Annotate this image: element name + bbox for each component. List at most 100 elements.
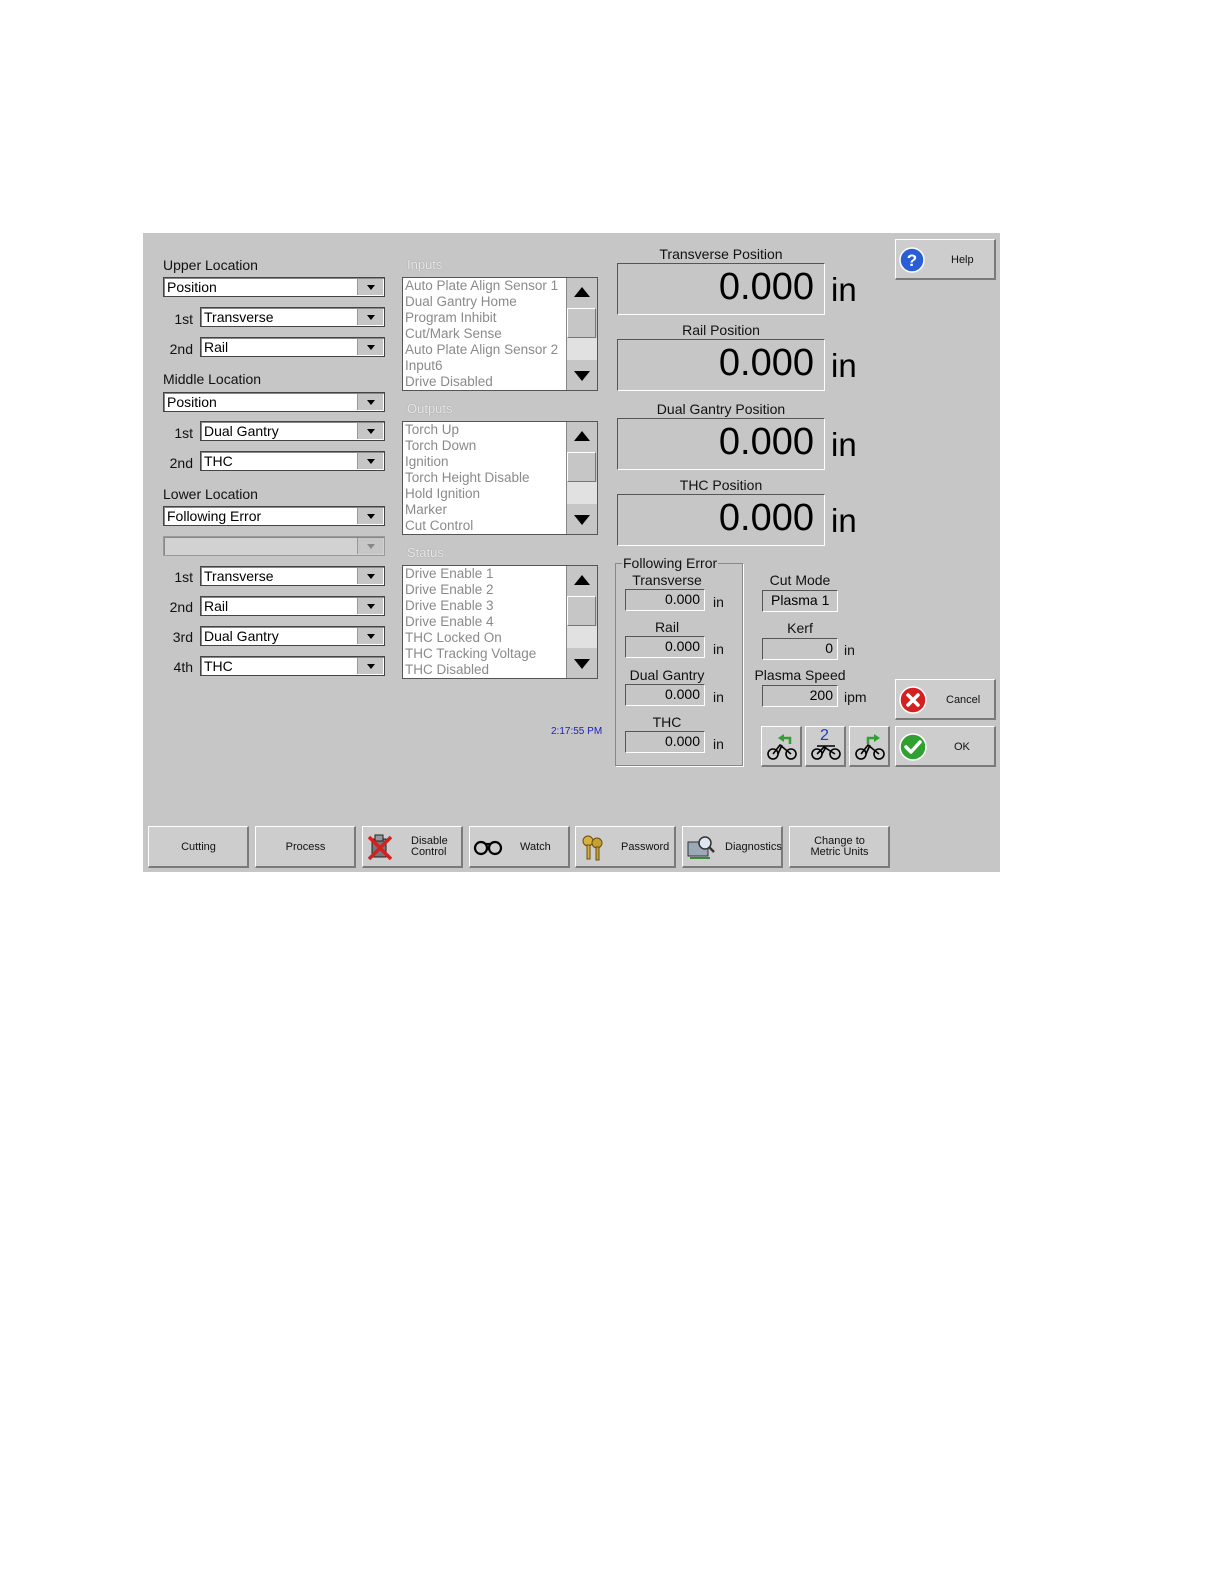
inputs-list[interactable]: Auto Plate Align Sensor 1 Dual Gantry Ho…: [402, 277, 598, 391]
scroll-track[interactable]: [567, 482, 597, 504]
list-item[interactable]: Auto Plate Align Sensor 2: [405, 342, 558, 358]
scroll-down-icon[interactable]: [567, 650, 597, 678]
chevron-down-icon[interactable]: [357, 598, 383, 614]
scroll-thumb[interactable]: [567, 308, 596, 338]
ok-button[interactable]: OK: [895, 726, 996, 767]
transverse-position-readout: 0.000: [617, 263, 825, 315]
chevron-down-icon[interactable]: [357, 453, 383, 469]
cancel-button[interactable]: Cancel: [895, 679, 996, 720]
diagnostics-button[interactable]: Diagnostics: [682, 826, 783, 868]
lower-sub-select-disabled: [163, 536, 385, 556]
clock-time: 2:17:55 PM: [551, 726, 603, 737]
list-item[interactable]: Drive Enable 4: [405, 614, 494, 630]
rail-position-value: 0.000: [718, 342, 814, 384]
chevron-down-icon[interactable]: [357, 339, 383, 355]
upper-2nd-select[interactable]: Rail: [200, 337, 385, 357]
scroll-thumb[interactable]: [567, 452, 596, 482]
upper-1st-select[interactable]: Transverse: [200, 307, 385, 327]
dual-gantry-position-label: Dual Gantry Position: [656, 401, 786, 417]
fe-thc-value: 0.000: [664, 733, 700, 749]
cut-mode-2-button[interactable]: 2: [805, 726, 846, 767]
list-item[interactable]: Program Inhibit: [405, 310, 497, 326]
cut-mode-label: Cut Mode: [769, 572, 831, 588]
middle-1st-value: Dual Gantry: [204, 423, 279, 439]
lower-4th-select[interactable]: THC: [200, 656, 385, 676]
upper-2nd-label: 2nd: [169, 341, 193, 357]
rail-position-label: Rail Position: [682, 322, 760, 338]
list-item[interactable]: Marker: [405, 502, 447, 518]
scroll-track[interactable]: [567, 338, 597, 360]
scroll-track[interactable]: [567, 626, 597, 648]
following-error-title: Following Error: [622, 555, 719, 571]
middle-1st-select[interactable]: Dual Gantry: [200, 421, 385, 441]
list-item[interactable]: Drive Enable 2: [405, 582, 494, 598]
cancel-icon: [899, 686, 927, 714]
chevron-down-icon[interactable]: [357, 568, 383, 584]
status-list[interactable]: Drive Enable 1 Drive Enable 2 Drive Enab…: [402, 565, 598, 679]
inputs-scrollbar[interactable]: [566, 278, 597, 390]
help-button-label: Help: [951, 254, 974, 266]
upper-location-select[interactable]: Position: [163, 277, 385, 297]
ok-button-label: OK: [954, 741, 970, 753]
chevron-down-icon[interactable]: [357, 628, 383, 644]
lower-2nd-select[interactable]: Rail: [200, 596, 385, 616]
list-item[interactable]: THC Disabled: [405, 662, 489, 678]
change-to-metric-button[interactable]: Change to Metric Units: [789, 826, 890, 868]
kerf-value: 0: [825, 640, 833, 656]
chevron-down-icon[interactable]: [357, 394, 383, 410]
help-icon: ?: [899, 247, 925, 273]
middle-2nd-label: 2nd: [169, 455, 193, 471]
fe-rail-label: Rail: [654, 619, 680, 635]
list-item[interactable]: Drive Enable 3: [405, 598, 494, 614]
chevron-down-icon[interactable]: [357, 279, 383, 295]
password-button[interactable]: Password: [575, 826, 676, 868]
scroll-down-icon[interactable]: [567, 506, 597, 534]
status-scrollbar[interactable]: [566, 566, 597, 678]
scroll-up-icon[interactable]: [567, 566, 597, 594]
list-item[interactable]: Auto Plate Align Sensor 1: [405, 278, 558, 294]
list-item[interactable]: Cut/Mark Sense: [405, 326, 502, 342]
chevron-down-icon[interactable]: [357, 309, 383, 325]
list-item[interactable]: Drive Disabled: [405, 374, 493, 390]
chevron-down-icon[interactable]: [357, 658, 383, 674]
list-item[interactable]: Torch Down: [405, 438, 476, 454]
fe-thc-label: THC: [652, 714, 682, 730]
scroll-up-icon[interactable]: [567, 278, 597, 306]
lower-location-select[interactable]: Following Error: [163, 506, 385, 526]
middle-2nd-select[interactable]: THC: [200, 451, 385, 471]
thc-position-value: 0.000: [718, 497, 814, 539]
outputs-list[interactable]: Torch Up Torch Down Ignition Torch Heigh…: [402, 421, 598, 535]
list-item[interactable]: Torch Height Disable: [405, 470, 530, 486]
list-item[interactable]: Drive Enable 1: [405, 566, 494, 582]
fe-dual-gantry-readout: 0.000: [625, 684, 705, 706]
list-item[interactable]: THC Locked On: [405, 630, 502, 646]
chevron-down-icon[interactable]: [357, 423, 383, 439]
scroll-thumb[interactable]: [567, 596, 596, 626]
upper-1st-label: 1st: [174, 311, 193, 327]
list-item[interactable]: Dual Gantry Home: [405, 294, 517, 310]
list-item[interactable]: Cut Control: [405, 518, 473, 534]
outputs-scrollbar[interactable]: [566, 422, 597, 534]
help-button[interactable]: ? Help: [895, 239, 996, 280]
watch-button[interactable]: Watch: [469, 826, 570, 868]
list-item[interactable]: THC Tracking Voltage: [405, 646, 536, 662]
process-button[interactable]: Process: [255, 826, 356, 868]
list-item[interactable]: Hold Ignition: [405, 486, 480, 502]
cut-mode-1-button[interactable]: [761, 726, 802, 767]
cut-mode-3-button[interactable]: [849, 726, 890, 767]
disable-control-button[interactable]: Disable Control: [362, 826, 463, 868]
rail-position-readout: 0.000: [617, 339, 825, 391]
binoculars-icon: [473, 840, 503, 856]
lower-3rd-select[interactable]: Dual Gantry: [200, 626, 385, 646]
lower-1st-select[interactable]: Transverse: [200, 566, 385, 586]
middle-location-select[interactable]: Position: [163, 392, 385, 412]
cutting-button[interactable]: Cutting: [148, 826, 249, 868]
scroll-down-icon[interactable]: [567, 362, 597, 390]
list-item[interactable]: Input6: [405, 358, 443, 374]
list-item[interactable]: Torch Up: [405, 422, 459, 438]
list-item[interactable]: Ignition: [405, 454, 449, 470]
dual-gantry-position-unit: in: [831, 426, 857, 463]
chevron-down-icon[interactable]: [357, 508, 383, 524]
kerf-unit: in: [844, 642, 855, 658]
scroll-up-icon[interactable]: [567, 422, 597, 450]
